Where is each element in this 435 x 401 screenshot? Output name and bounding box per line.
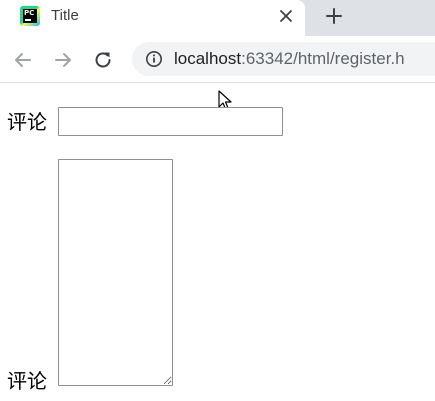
address-bar[interactable]: localhost:63342/html/register.h xyxy=(132,42,435,76)
comment-textarea-label: 评论 xyxy=(7,369,47,393)
address-url[interactable]: localhost:63342/html/register.h xyxy=(174,49,405,69)
info-icon[interactable] xyxy=(145,50,163,68)
tab-title: Title xyxy=(51,7,79,24)
reload-icon[interactable] xyxy=(92,49,114,71)
plus-icon[interactable] xyxy=(323,5,345,27)
comment-input[interactable] xyxy=(58,107,283,136)
browser-tab[interactable]: PC Title xyxy=(0,0,305,36)
arrow-left-icon[interactable] xyxy=(12,49,34,71)
url-path: :63342/html/register.h xyxy=(241,49,405,68)
close-icon[interactable] xyxy=(276,6,296,26)
arrow-right-icon[interactable] xyxy=(52,49,74,71)
pycharm-icon: PC xyxy=(20,6,40,26)
browser-toolbar: localhost:63342/html/register.h xyxy=(0,36,435,83)
tab-strip: PC Title xyxy=(0,0,435,36)
url-host: localhost xyxy=(174,49,242,68)
comment-label: 评论 xyxy=(7,110,47,134)
comment-textarea[interactable] xyxy=(58,159,173,386)
